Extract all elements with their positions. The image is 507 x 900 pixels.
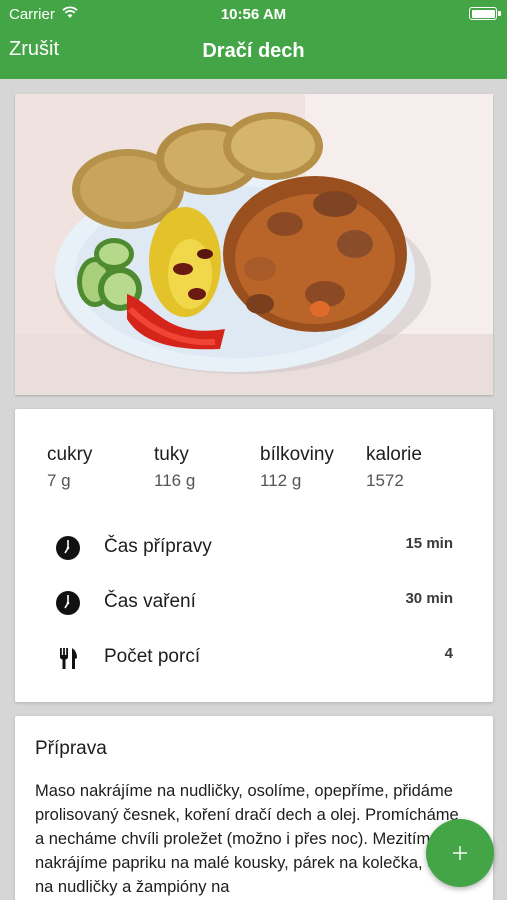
servings-label: Počet porcí (104, 646, 201, 667)
nutrition-calories: kalorie 1572 (366, 444, 422, 491)
clock-icon (56, 591, 80, 615)
nutrition-sugar: cukry 7 g (47, 444, 92, 491)
nutrition-label: bílkoviny (260, 444, 334, 465)
nutrition-value: 112 g (260, 471, 302, 490)
nutrition-protein: bílkoviny 112 g (260, 444, 334, 491)
plus-icon (453, 846, 467, 860)
prep-time-label: Čas přípravy (104, 536, 212, 557)
cook-time-row: Čas vaření 30 min (15, 582, 493, 622)
nutrition-value: 116 g (154, 471, 196, 490)
cook-time-value: 30 min (405, 590, 453, 607)
status-time: 10:56 AM (220, 6, 287, 23)
cancel-button[interactable]: Zrušit (9, 38, 59, 61)
prep-time-row: Čas přípravy 15 min (15, 527, 493, 567)
preparation-text: Maso nakrájíme na nudličky, osolíme, ope… (35, 782, 465, 896)
nutrition-value: 1572 (366, 471, 404, 490)
servings-value: 4 (444, 645, 453, 662)
prep-time-value: 15 min (405, 535, 453, 552)
fork-knife-icon (60, 648, 77, 669)
battery-icon (469, 7, 501, 20)
top-bar: Carrier 10:56 AM Zrušit Dračí dech (0, 0, 507, 79)
add-button[interactable] (426, 819, 494, 887)
recipe-photo (15, 94, 493, 395)
page-title: Dračí dech (202, 40, 305, 62)
food-photo (15, 94, 493, 395)
nutrition-value: 7 g (47, 471, 71, 490)
preparation-card: Příprava Maso nakrájíme na nudličky, oso… (15, 716, 493, 900)
cook-time-label: Čas vaření (104, 591, 196, 612)
recipe-info-card: cukry 7 g tuky 116 g bílkoviny 112 g kal… (15, 409, 493, 702)
nutrition-label: kalorie (366, 444, 422, 465)
nutrition-label: tuky (154, 444, 189, 465)
clock-icon (56, 536, 80, 560)
preparation-title: Příprava (35, 738, 107, 759)
nutrition-fat: tuky 116 g (154, 444, 195, 491)
status-bar: Carrier 10:56 AM (0, 0, 507, 28)
nutrition-label: cukry (47, 444, 93, 465)
servings-row: Počet porcí 4 (15, 637, 493, 677)
